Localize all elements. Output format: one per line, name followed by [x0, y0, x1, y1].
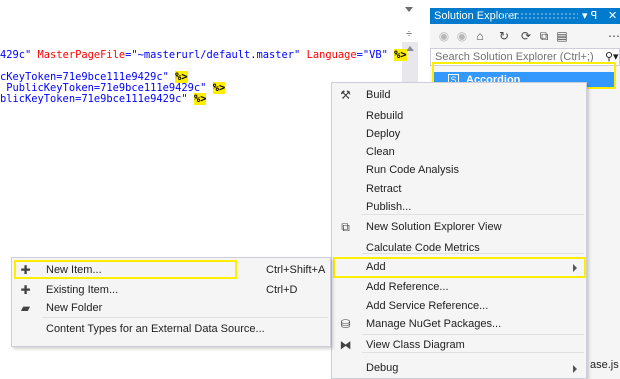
menu-item-build[interactable]: ⚒ Build [332, 85, 586, 106]
menu-item-label: Debug [366, 362, 399, 374]
class-diagram-icon: ⧓ [339, 338, 352, 352]
tab-overflow-chevron-down-icon[interactable] [405, 7, 413, 12]
highlight-box-add [333, 257, 586, 278]
asp-directive-close: %> [394, 49, 407, 61]
menu-item-calculate-code-metrics[interactable]: Calculate Code Metrics [332, 238, 586, 259]
home-icon[interactable]: ⌂ [472, 28, 488, 44]
asp-directive-close: %> [193, 93, 207, 105]
tree-item-partial-label[interactable]: ase.js [590, 359, 619, 371]
menu-item-label: Manage NuGet Packages... [366, 318, 502, 330]
menu-item-add-reference[interactable]: Add Reference... [332, 277, 586, 298]
code-token: ="VB" [356, 49, 395, 61]
menu-item-label: Calculate Code Metrics [366, 242, 480, 254]
code-token: MasterPageFile [37, 49, 126, 61]
nuget-icon: ⛁ [340, 317, 351, 331]
code-token: 429c" [0, 49, 38, 61]
menu-item-run-code-analysis[interactable]: Run Code Analysis [332, 160, 586, 181]
code-token: ="~masterurl/default.master" [125, 49, 307, 61]
submenu-item-new-folder[interactable]: ▰ New Folder [12, 298, 330, 319]
menu-item-label: Publish... [366, 201, 412, 213]
menu-item-label: New Solution Explorer View [366, 221, 502, 233]
new-view-icon: ⧉ [341, 220, 350, 234]
solution-explorer-toolbar: ◉ ◉ ⌂ ↻ ⟳ ⧉ ▤ ⋯ [430, 24, 620, 48]
editor-split-icon[interactable]: ÷ [403, 28, 415, 40]
editor-tab-strip [0, 0, 419, 22]
new-folder-icon: ▰ [20, 301, 31, 315]
toolbar-overflow-icon[interactable]: ⋯ [606, 28, 620, 44]
back-icon[interactable]: ◉ [436, 28, 452, 44]
highlight-box-new-item [14, 260, 237, 279]
submenu-arrow-icon [573, 365, 577, 373]
menu-item-view-class-diagram[interactable]: ⧓ View Class Diagram [332, 335, 586, 356]
sync-icon[interactable]: ⟳ [518, 28, 534, 44]
forward-icon[interactable]: ◉ [454, 28, 470, 44]
existing-item-icon: ✚ [20, 283, 31, 297]
menu-item-label: Add Reference... [366, 281, 449, 293]
menu-item-publish[interactable]: Publish... [332, 197, 586, 218]
menu-item-label: View Class Diagram [366, 339, 465, 351]
asp-directive-close: %> [212, 82, 226, 94]
menu-item-manage-nuget-packages[interactable]: ⛁ Manage NuGet Packages... [332, 314, 586, 335]
project-context-menu: ⚒ Build Rebuild Deploy Clean Run Code Analysi… [331, 82, 587, 379]
close-icon[interactable]: ✕ [608, 8, 617, 24]
code-line: 429c" MasterPageFile="~masterurl/default… [0, 49, 407, 61]
submenu-item-content-types-for-an-external-data-source[interactable]: Content Types for an External Data Sourc… [12, 319, 330, 340]
code-token: Language [306, 49, 357, 61]
keyboard-shortcut: Ctrl+Shift+A [266, 264, 326, 276]
build-icon: ⚒ [340, 88, 351, 102]
submenu-item-label: Content Types for an External Data Sourc… [46, 323, 265, 335]
collapse-all-icon[interactable]: ⧉ [536, 28, 552, 44]
menu-item-label: Run Code Analysis [366, 164, 459, 176]
menu-item-debug[interactable]: Debug [332, 358, 586, 379]
show-all-files-icon[interactable]: ▤ [554, 28, 570, 44]
history-icon[interactable]: ↻ [496, 28, 512, 44]
submenu-item-label: New Folder [46, 302, 103, 314]
scroll-up-arrow-icon[interactable] [406, 46, 414, 51]
code-token: blicKeyToken=71e9bce111e9429c" [0, 93, 194, 105]
menu-item-new-solution-explorer-view[interactable]: ⧉ New Solution Explorer View [332, 217, 586, 238]
solution-explorer-title-bar: Solution Explorer ▾ ꟼ ✕ [430, 8, 620, 24]
menu-item-label: Build [366, 89, 391, 101]
title-grip [500, 12, 578, 20]
pin-icon[interactable]: ▾ ꟼ [582, 8, 597, 24]
